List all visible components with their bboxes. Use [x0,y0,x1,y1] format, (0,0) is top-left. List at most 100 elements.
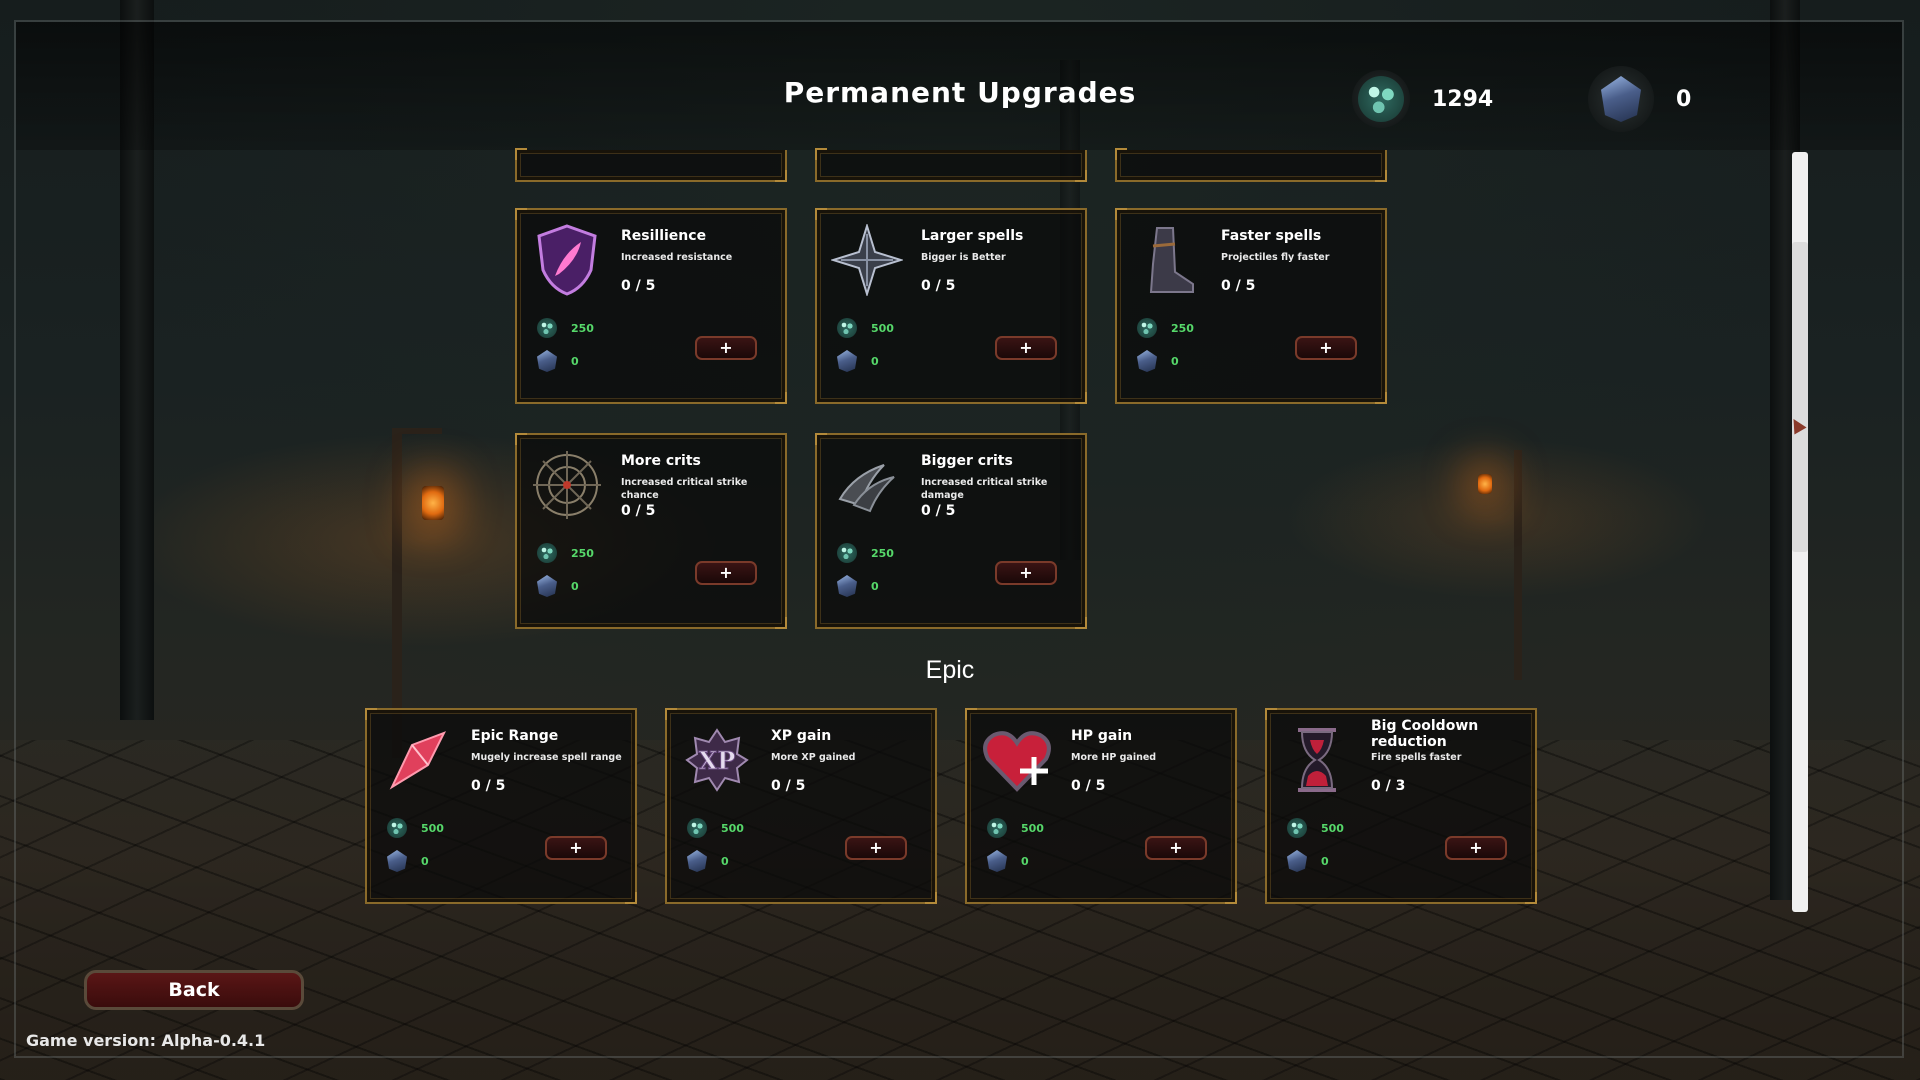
shard-icon [1287,850,1307,872]
upgrade-level: 0 / 5 [921,503,956,519]
shard-icon [687,850,707,872]
upgrade-name: Epic Range [471,728,559,744]
shard-cost-value: 0 [721,854,729,868]
gem-icon [387,818,407,838]
gem-cost: 500 [837,318,894,338]
upgrade-description: Bigger is Better [921,252,1006,263]
xp-badge-icon: XP [681,724,753,796]
upgrade-name: More crits [621,453,701,469]
heart-icon [981,724,1053,796]
gem-icon [1287,818,1307,838]
shard-cost-value: 0 [1021,854,1029,868]
gem-cost: 250 [837,543,894,563]
upgrade-level: 0 / 5 [1221,278,1256,294]
upgrade-level: 0 / 5 [1071,778,1106,794]
shard-cost-value: 0 [571,579,579,593]
gem-cost: 500 [987,818,1044,838]
shard-icon [1137,350,1157,372]
upgrade-description: Mugely increase spell range [471,752,622,763]
upgrade-card: Resillience Increased resistance 0 / 5 2… [515,208,787,404]
shard-cost: 0 [687,850,729,872]
gem-icon [1137,318,1157,338]
shard-cost: 0 [837,575,879,597]
upgrade-plus-button[interactable]: + [695,336,757,360]
upgrade-name: Faster spells [1221,228,1322,244]
gem-icon [537,318,557,338]
upgrade-name: HP gain [1071,728,1133,744]
crosshair-icon [531,449,603,521]
upgrade-plus-button[interactable]: + [695,561,757,585]
shard-cost: 0 [1137,350,1179,372]
purple-shield-feather-icon [531,224,603,296]
upgrade-card: XP XP gain More XP gained 0 / 5 500 0 + [665,708,937,904]
shard-icon [837,350,857,372]
shard-count: 0 [1676,86,1692,112]
upgrade-card: Larger spells Bigger is Better 0 / 5 500… [815,208,1087,404]
four-point-star-icon [831,224,903,296]
gem-currency: 1294 [1352,70,1493,128]
gem-cost-value: 250 [571,321,594,335]
shard-icon [1588,66,1654,132]
gem-cost-value: 250 [571,546,594,560]
shard-cost: 0 [387,850,429,872]
shard-cost-value: 0 [871,354,879,368]
shard-cost: 0 [837,350,879,372]
upgrade-card: Big Cooldown reduction Fire spells faste… [1265,708,1537,904]
shard-cost-value: 0 [1171,354,1179,368]
upgrade-card: Bigger crits Increased critical strike d… [815,433,1087,629]
upgrade-description: Increased critical strike damage [921,477,1048,501]
gem-cost: 250 [537,543,594,563]
upgrade-level: 0 / 5 [621,278,656,294]
gem-cost-value: 250 [871,546,894,560]
gem-cost: 500 [687,818,744,838]
gem-cost-value: 250 [1171,321,1194,335]
gem-cost-value: 500 [1021,821,1044,835]
upgrade-card: More crits Increased critical strike cha… [515,433,787,629]
shard-cost: 0 [987,850,1029,872]
gem-icon [987,818,1007,838]
upgrade-name: Big Cooldown reduction [1371,718,1479,750]
upgrade-card: HP gain More HP gained 0 / 5 500 0 + [965,708,1237,904]
shard-cost-value: 0 [871,579,879,593]
gem-icon [1352,70,1410,128]
shard-icon [387,850,407,872]
upgrade-plus-button[interactable]: + [995,336,1057,360]
shard-cost-value: 0 [1321,854,1329,868]
shard-cost: 0 [537,575,579,597]
shard-icon [987,850,1007,872]
gem-cost: 500 [387,818,444,838]
upgrade-level: 0 / 3 [1371,778,1406,794]
shard-cost-value: 0 [421,854,429,868]
scrollbar-thumb[interactable] [1792,242,1808,552]
gem-icon [687,818,707,838]
upgrade-plus-button[interactable]: + [845,836,907,860]
upgrade-card-partial [1115,148,1387,182]
upgrade-description: Increased critical strike chance [621,477,748,501]
gem-cost: 250 [537,318,594,338]
upgrade-level: 0 / 5 [921,278,956,294]
gem-icon [837,318,857,338]
upgrade-plus-button[interactable]: + [545,836,607,860]
shard-icon [837,575,857,597]
upgrade-name: XP gain [771,728,832,744]
upgrade-level: 0 / 5 [621,503,656,519]
upgrade-description: Fire spells faster [1371,752,1462,763]
hourglass-icon [1281,724,1353,796]
page-title: Permanent Upgrades [783,76,1137,109]
gem-icon [837,543,857,563]
gem-cost: 250 [1137,318,1194,338]
upgrade-description: Increased resistance [621,252,733,263]
upgrade-card: Faster spells Projectiles fly faster 0 /… [1115,208,1387,404]
gem-cost-value: 500 [721,821,744,835]
upgrade-plus-button[interactable]: + [1295,336,1357,360]
shard-icon [537,575,557,597]
xp-badge-text: XP [699,746,736,775]
shard-cost-value: 0 [571,354,579,368]
upgrade-plus-button[interactable]: + [1145,836,1207,860]
upgrade-plus-button[interactable]: + [1445,836,1507,860]
scrollbar[interactable] [1792,152,1808,912]
gem-cost-value: 500 [421,821,444,835]
shard-cost: 0 [1287,850,1329,872]
back-button[interactable]: Back [84,970,304,1010]
upgrade-plus-button[interactable]: + [995,561,1057,585]
